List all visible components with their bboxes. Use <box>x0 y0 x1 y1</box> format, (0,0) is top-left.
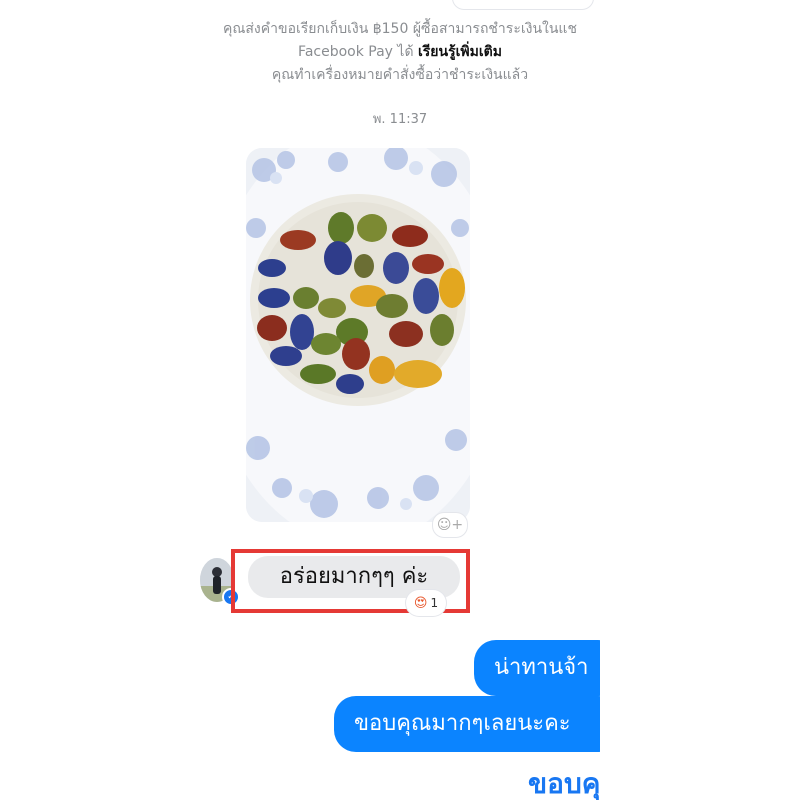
smiley-plus-icon: ☺+ <box>436 517 464 533</box>
payment-notice: คุณส่งคำขอเรียกเก็บเงิน ฿150 ผู้ซื้อสามา… <box>200 18 600 87</box>
chat-thread: คุณส่งคำขอเรียกเก็บเงิน ฿150 ผู้ซื้อสามา… <box>200 0 600 800</box>
sent-message-bubble[interactable]: ขอบคุณมากๆเลยนะคะ <box>334 696 600 752</box>
payment-notice-line-1: คุณส่งคำขอเรียกเก็บเงิน ฿150 ผู้ซื้อสามา… <box>223 21 577 37</box>
reaction-count: 1 <box>430 596 439 610</box>
add-reaction-button[interactable]: ☺+ <box>432 512 468 538</box>
messenger-badge-icon: ✓ <box>222 588 240 606</box>
payment-notice-line-3: คุณทำเครื่องหมายคำสั่งซื้อว่าชำระเงินแล้… <box>271 67 529 83</box>
shared-photo[interactable] <box>246 148 470 522</box>
payment-notice-prefix: Facebook Pay ได้ <box>298 44 414 60</box>
dessert-bowl-photo <box>246 148 470 522</box>
previous-message-bubble-edge <box>452 0 594 10</box>
heart-eyes-emoji-icon: 😍 <box>413 595 428 611</box>
message-timestamp: พ. 11:37 <box>372 112 428 127</box>
message-reaction-badge[interactable]: 😍 1 <box>406 590 446 616</box>
payment-notice-line-2: Facebook Pay ได้ เรียนรู้เพิ่มเติม <box>200 41 600 64</box>
sent-message-partial[interactable]: ขอบคุ <box>528 762 600 800</box>
sent-message-bubble[interactable]: น่าทานจ้า <box>474 640 600 696</box>
learn-more-link[interactable]: เรียนรู้เพิ่มเติม <box>418 44 502 60</box>
